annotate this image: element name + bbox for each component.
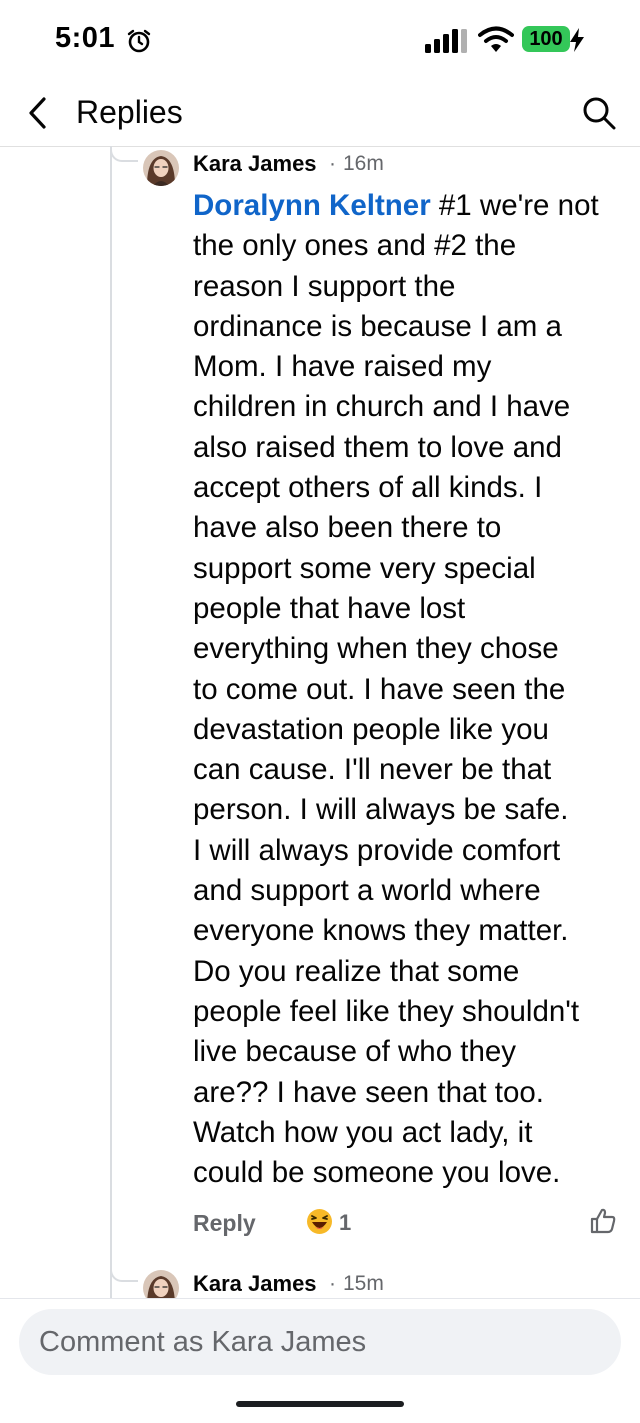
avatar[interactable] bbox=[143, 1270, 179, 1298]
laughing-emoji-icon[interactable] bbox=[306, 1208, 333, 1235]
comment-line: can cause. I'll never be that bbox=[193, 753, 552, 787]
comment-line: everyone knows they matter. bbox=[193, 914, 569, 948]
comment-line: person. I will always be safe. bbox=[193, 793, 569, 827]
search-icon[interactable] bbox=[581, 95, 617, 131]
comment-line: and support a world where bbox=[193, 874, 541, 908]
home-indicator bbox=[236, 1401, 404, 1407]
reply-connector bbox=[110, 146, 138, 162]
battery-level: 100 bbox=[529, 27, 563, 50]
thread-line bbox=[110, 146, 112, 1298]
comment-line: ordinance is because I am a bbox=[193, 309, 562, 343]
comment-line: everything when they chose bbox=[193, 632, 559, 666]
thread-container: Kara James · 16m Doralynn Keltner #1 we'… bbox=[0, 146, 640, 1298]
comment-input[interactable] bbox=[19, 1309, 621, 1375]
comment-line: have also been there to bbox=[193, 511, 502, 545]
comment-line: Mom. I have raised my bbox=[193, 350, 492, 384]
status-bar: 5:01 100 bbox=[0, 0, 640, 80]
comment-line: people feel like they shouldn't bbox=[193, 994, 580, 1028]
meta-separator: · bbox=[329, 1272, 336, 1295]
comment-author[interactable]: Kara James bbox=[193, 151, 317, 177]
comment-line: accept others of all kinds. I bbox=[193, 471, 543, 505]
comment-line: could be someone you love. bbox=[193, 1156, 561, 1190]
comment-line: Watch how you act lady, it bbox=[193, 1115, 533, 1149]
back-icon[interactable] bbox=[24, 94, 52, 132]
comment-line: are?? I have seen that too. bbox=[193, 1075, 544, 1109]
status-time: 5:01 bbox=[55, 22, 116, 54]
comment-line: live because of who they bbox=[193, 1035, 517, 1069]
battery-indicator: 100 bbox=[522, 26, 570, 52]
comment-line: I will always provide comfort bbox=[193, 833, 561, 867]
avatar[interactable] bbox=[143, 150, 179, 186]
bolt-icon bbox=[570, 28, 584, 52]
wifi-icon bbox=[478, 26, 514, 52]
comment-line: people that have lost bbox=[193, 591, 466, 625]
signal-icon bbox=[425, 29, 467, 53]
header: Replies bbox=[0, 80, 640, 147]
comment-line: reason I support the bbox=[193, 269, 456, 303]
mention-link[interactable]: Doralynn Keltner bbox=[193, 189, 431, 222]
comment-text: Doralynn Keltner #1 we're not the only o… bbox=[193, 186, 633, 1193]
comment-line: Doralynn Keltner #1 we're not bbox=[193, 189, 599, 222]
meta-separator: · bbox=[329, 152, 336, 175]
alarm-icon bbox=[127, 29, 151, 53]
comment-time: 15m bbox=[343, 1272, 384, 1295]
like-icon[interactable] bbox=[589, 1207, 617, 1235]
comment-line: devastation people like you bbox=[193, 712, 549, 746]
page-title: Replies bbox=[76, 94, 183, 130]
comment-time: 16m bbox=[343, 152, 384, 175]
comment-line: Do you realize that some bbox=[193, 954, 520, 988]
reaction-count: 1 bbox=[339, 1210, 352, 1235]
comment-line: support some very special bbox=[193, 551, 536, 585]
comment-line: the only ones and #2 the bbox=[193, 229, 517, 263]
comment-line: also raised them to love and bbox=[193, 430, 562, 464]
reply-connector bbox=[110, 1266, 138, 1282]
comment-actions: Reply 1 bbox=[193, 1206, 623, 1242]
comment-composer-bar bbox=[0, 1298, 640, 1423]
comment-line: to come out. I have seen the bbox=[193, 672, 566, 706]
reply-button[interactable]: Reply bbox=[193, 1210, 256, 1237]
comment-line: children in church and I have bbox=[193, 390, 571, 424]
comment-author[interactable]: Kara James bbox=[193, 1271, 317, 1297]
